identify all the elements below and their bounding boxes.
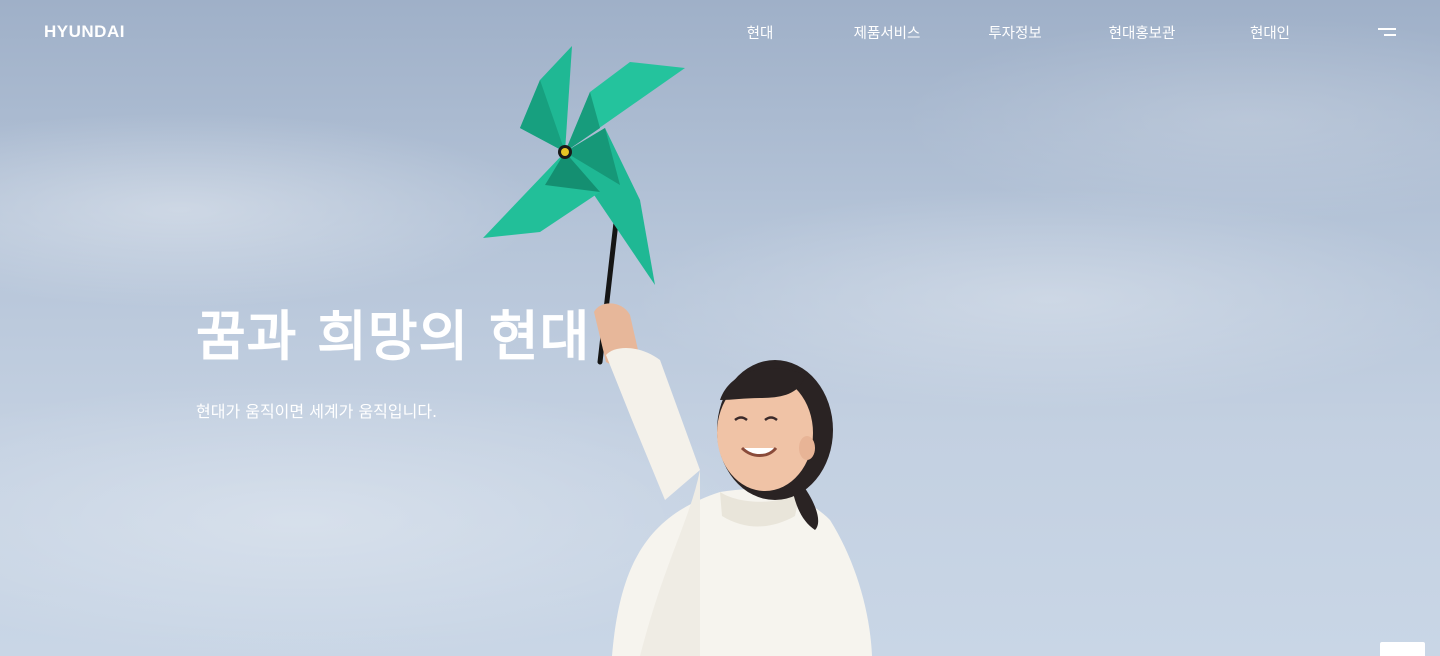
child-arm: [594, 303, 700, 500]
scroll-top-button[interactable]: [1380, 642, 1425, 656]
child-body: [612, 470, 872, 656]
hero-headline: 꿈과 희망의 현대: [196, 305, 591, 368]
hero-section: HYUNDAI 현대 제품서비스 투자정보 현대홍보관 현대인 꿈과 희망의 현…: [0, 0, 1440, 656]
hero-subline: 현대가 움직이면 세계가 움직입니다.: [196, 402, 438, 421]
pinwheel-icon: [483, 46, 685, 285]
